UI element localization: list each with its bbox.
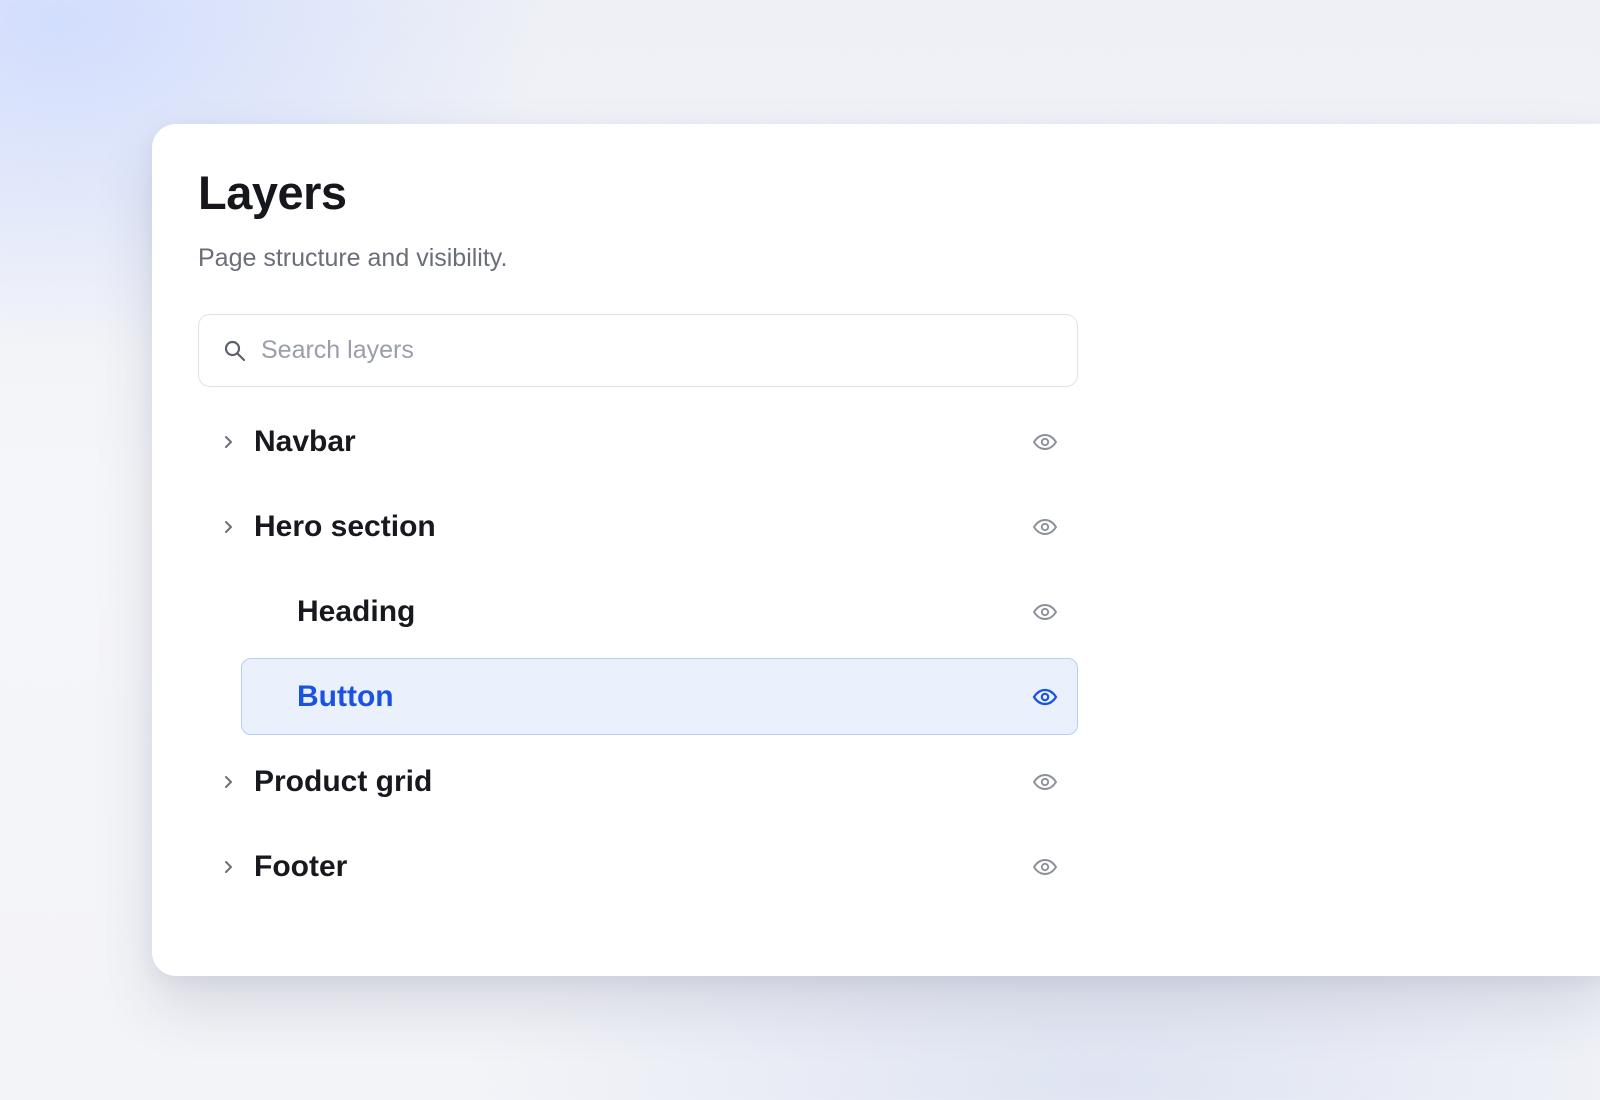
layer-row-button[interactable]: Button [241, 658, 1078, 735]
chevron-right-icon[interactable] [220, 517, 236, 537]
layer-row-hero-section[interactable]: Hero section [198, 488, 1078, 565]
layer-list: Navbar Hero section Heading Button Produ… [198, 403, 1078, 913]
search-icon [223, 339, 247, 363]
layers-panel: Layers Page structure and visibility. Na… [152, 124, 1600, 976]
layer-label: Button [297, 679, 394, 713]
chevron-right-icon[interactable] [220, 857, 236, 877]
layer-label: Heading [297, 594, 416, 628]
eye-icon[interactable] [1032, 769, 1058, 795]
chevron-right-icon[interactable] [220, 432, 236, 452]
eye-icon[interactable] [1032, 429, 1058, 455]
layer-row-footer[interactable]: Footer [198, 828, 1078, 905]
layer-label: Footer [254, 849, 348, 883]
panel-title: Layers [198, 166, 347, 219]
eye-icon[interactable] [1032, 599, 1058, 625]
eye-icon[interactable] [1032, 854, 1058, 880]
layer-row-navbar[interactable]: Navbar [198, 403, 1078, 480]
layer-row-heading[interactable]: Heading [198, 573, 1078, 650]
search-input[interactable] [261, 330, 1041, 371]
layer-label: Navbar [254, 424, 356, 458]
chevron-right-icon[interactable] [220, 772, 236, 792]
eye-icon[interactable] [1032, 514, 1058, 540]
layer-label: Product grid [254, 764, 433, 798]
panel-subtitle: Page structure and visibility. [198, 244, 508, 272]
eye-icon[interactable] [1032, 684, 1058, 710]
layer-row-product-grid[interactable]: Product grid [198, 743, 1078, 820]
layer-label: Hero section [254, 509, 436, 543]
search-box[interactable] [198, 314, 1078, 387]
